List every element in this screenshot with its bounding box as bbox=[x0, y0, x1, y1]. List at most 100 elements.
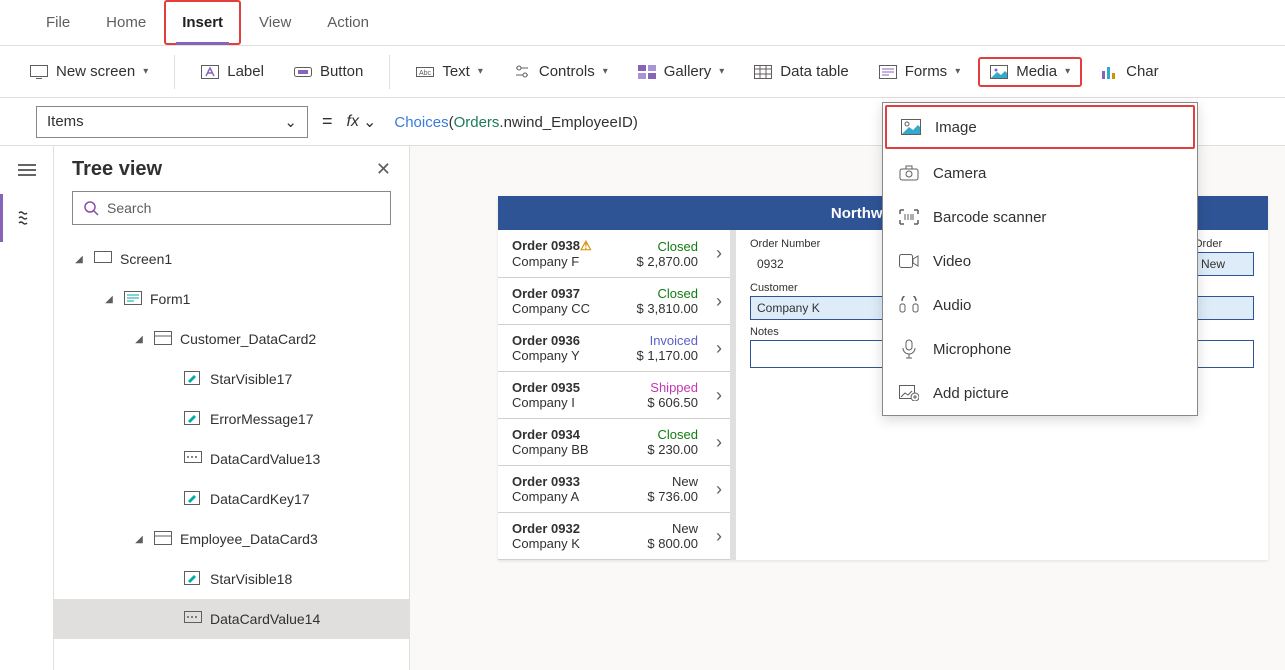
chevron-right-icon: › bbox=[716, 338, 722, 359]
order-item[interactable]: Order 0936Company YInvoiced$ 1,170.00› bbox=[498, 325, 730, 372]
media-menu-label: Audio bbox=[933, 297, 971, 314]
charts-button[interactable]: Char bbox=[1088, 57, 1171, 87]
close-icon[interactable]: ✕ bbox=[376, 159, 391, 180]
chevron-right-icon: › bbox=[716, 479, 722, 500]
tree-node-label: ErrorMessage17 bbox=[210, 411, 314, 427]
chevron-right-icon: › bbox=[716, 526, 722, 547]
left-rail bbox=[0, 146, 54, 670]
media-menu-label: Add picture bbox=[933, 385, 1009, 402]
menu-action[interactable]: Action bbox=[309, 0, 387, 45]
chevron-down-icon: ▾ bbox=[478, 66, 483, 77]
edit-icon bbox=[184, 491, 202, 507]
search-icon bbox=[83, 200, 99, 216]
table-icon bbox=[754, 63, 772, 81]
tree-search[interactable]: Search bbox=[72, 191, 391, 225]
order-item[interactable]: Order 0934Company BBClosed$ 230.00› bbox=[498, 419, 730, 466]
media-menu-label: Video bbox=[933, 253, 971, 270]
tree-node-label: Employee_DataCard3 bbox=[180, 531, 318, 547]
media-menu-barcode-scanner[interactable]: Barcode scanner bbox=[883, 195, 1197, 239]
mic-icon bbox=[899, 339, 919, 359]
gallery-button[interactable]: Gallery ▾ bbox=[626, 57, 737, 87]
label-button[interactable]: Label bbox=[189, 57, 276, 87]
new-screen-button[interactable]: New screen ▾ bbox=[18, 57, 160, 87]
tree-node-errormessage17[interactable]: ErrorMessage17 bbox=[54, 399, 409, 439]
media-menu-label: Microphone bbox=[933, 341, 1011, 358]
property-selector[interactable]: Items ⌄ bbox=[36, 106, 308, 138]
chevron-down-icon: ▾ bbox=[1065, 66, 1070, 77]
ribbon-separator bbox=[174, 55, 175, 89]
expand-icon[interactable]: ◢ bbox=[102, 294, 116, 305]
media-menu-video[interactable]: Video bbox=[883, 239, 1197, 283]
media-menu-image[interactable]: Image bbox=[885, 105, 1195, 149]
tree-node-starvisible18[interactable]: StarVisible18 bbox=[54, 559, 409, 599]
button-button[interactable]: Button bbox=[282, 57, 375, 87]
gallery-icon bbox=[638, 63, 656, 81]
chevron-down-icon: ▾ bbox=[603, 66, 608, 77]
controls-icon bbox=[513, 63, 531, 81]
controls-label: Controls bbox=[539, 63, 595, 80]
expand-icon[interactable]: ◢ bbox=[72, 254, 86, 265]
order-item[interactable]: Order 0938⚠Company FClosed$ 2,870.00› bbox=[498, 230, 730, 278]
video-icon bbox=[899, 251, 919, 271]
chevron-right-icon: › bbox=[716, 291, 722, 312]
media-menu-add-picture[interactable]: Add picture bbox=[883, 371, 1197, 415]
menu-insert[interactable]: Insert bbox=[164, 0, 241, 45]
chevron-down-icon: ⌄ bbox=[284, 113, 297, 131]
expand-icon[interactable]: ◢ bbox=[132, 334, 146, 345]
media-label: Media bbox=[1016, 63, 1057, 80]
tree-node-label: Form1 bbox=[150, 291, 190, 307]
new-screen-label: New screen bbox=[56, 63, 135, 80]
forms-button[interactable]: Forms ▾ bbox=[867, 57, 973, 87]
media-menu-camera[interactable]: Camera bbox=[883, 151, 1197, 195]
menu-file[interactable]: File bbox=[28, 0, 88, 45]
form-icon bbox=[124, 291, 142, 307]
tree-node-customer_datacard2[interactable]: ◢Customer_DataCard2 bbox=[54, 319, 409, 359]
label-icon bbox=[201, 63, 219, 81]
tree-header: Tree view ✕ bbox=[54, 146, 409, 191]
hamburger-button[interactable] bbox=[0, 146, 53, 194]
ribbon: New screen ▾ Label Button Abc Text ▾ Con… bbox=[0, 46, 1285, 98]
tree-node-datacardvalue14[interactable]: DataCardValue14 bbox=[54, 599, 409, 639]
barcode-icon bbox=[899, 207, 919, 227]
order-status-label: Order bbox=[1194, 238, 1254, 250]
input-icon bbox=[184, 451, 202, 467]
image-icon bbox=[901, 117, 921, 137]
expand-icon[interactable]: ◢ bbox=[132, 534, 146, 545]
order-item[interactable]: Order 0933Company ANew$ 736.00› bbox=[498, 466, 730, 513]
button-label: Button bbox=[320, 63, 363, 80]
card-icon bbox=[154, 331, 172, 347]
media-menu-audio[interactable]: Audio bbox=[883, 283, 1197, 327]
order-item[interactable]: Order 0937Company CCClosed$ 3,810.00› bbox=[498, 278, 730, 325]
chevron-down-icon: ▾ bbox=[719, 66, 724, 77]
data-table-button[interactable]: Data table bbox=[742, 57, 860, 87]
tree-node-employee_datacard3[interactable]: ◢ Employee_DataCard3 bbox=[54, 519, 409, 559]
order-item[interactable]: Order 0932Company KNew$ 800.00› bbox=[498, 513, 730, 560]
property-value: Items bbox=[47, 113, 84, 130]
tree-body: ◢Screen1◢Form1◢Customer_DataCard2StarVis… bbox=[54, 235, 409, 670]
menu-view[interactable]: View bbox=[241, 0, 309, 45]
order-item[interactable]: Order 0935Company IShipped$ 606.50› bbox=[498, 372, 730, 419]
media-menu-label: Image bbox=[935, 119, 977, 136]
data-table-label: Data table bbox=[780, 63, 848, 80]
svg-text:Abc: Abc bbox=[419, 70, 432, 77]
charts-label: Char bbox=[1126, 63, 1159, 80]
button-icon bbox=[294, 63, 312, 81]
menu-home[interactable]: Home bbox=[88, 0, 164, 45]
addpic-icon bbox=[899, 383, 919, 403]
tree-node-datacardvalue13[interactable]: DataCardValue13 bbox=[54, 439, 409, 479]
media-menu-microphone[interactable]: Microphone bbox=[883, 327, 1197, 371]
media-button[interactable]: Media ▾ bbox=[978, 57, 1082, 87]
tree-node-form1[interactable]: ◢ Form1 bbox=[54, 279, 409, 319]
text-button[interactable]: Abc Text ▾ bbox=[404, 57, 495, 87]
forms-icon bbox=[879, 63, 897, 81]
order-gallery[interactable]: Order 0938⚠Company FClosed$ 2,870.00›Ord… bbox=[498, 230, 730, 560]
controls-button[interactable]: Controls ▾ bbox=[501, 57, 620, 87]
tree-node-screen1[interactable]: ◢Screen1 bbox=[54, 239, 409, 279]
tree-node-datacardkey17[interactable]: DataCardKey17 bbox=[54, 479, 409, 519]
tree-node-label: StarVisible17 bbox=[210, 371, 292, 387]
order-status-combo[interactable]: New bbox=[1194, 252, 1254, 276]
tree-node-starvisible17[interactable]: StarVisible17 bbox=[54, 359, 409, 399]
tree-view-rail-button[interactable] bbox=[0, 194, 53, 242]
fx-button[interactable]: fx⌄ bbox=[347, 112, 377, 132]
chart-icon bbox=[1100, 63, 1118, 81]
